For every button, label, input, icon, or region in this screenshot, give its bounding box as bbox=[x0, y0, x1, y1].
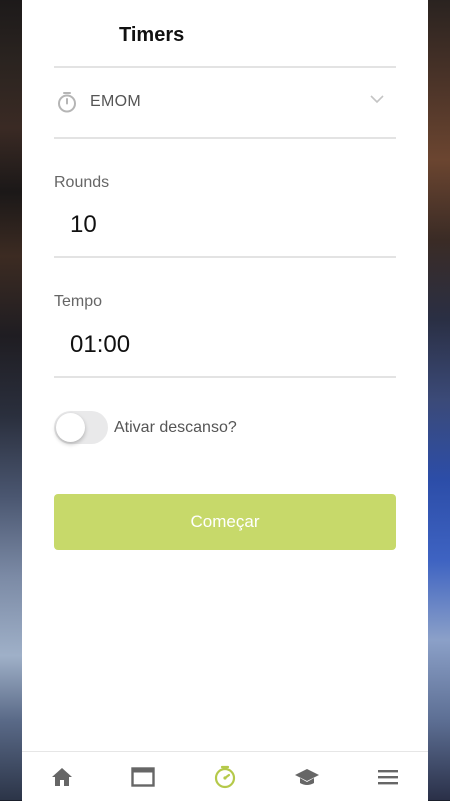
tab-timers[interactable] bbox=[212, 764, 238, 790]
calendar-icon bbox=[131, 767, 155, 787]
rounds-label: Rounds bbox=[54, 174, 110, 191]
timer-type-value: EMOM bbox=[90, 93, 141, 110]
home-icon bbox=[52, 768, 72, 786]
background-right bbox=[428, 0, 450, 800]
page-title: Timers bbox=[119, 24, 185, 46]
divider bbox=[54, 256, 396, 258]
tab-calendar[interactable] bbox=[130, 764, 156, 790]
tempo-label: Tempo bbox=[54, 293, 103, 310]
background-left bbox=[0, 0, 22, 800]
bottom-tab-bar bbox=[22, 751, 428, 801]
timer-type-select[interactable]: EMOM bbox=[54, 68, 396, 136]
graduation-cap-icon bbox=[295, 769, 319, 785]
menu-icon bbox=[378, 770, 398, 785]
toggle-knob bbox=[56, 413, 85, 442]
divider bbox=[54, 137, 396, 139]
rounds-input[interactable]: 10 bbox=[70, 211, 97, 239]
tempo-input[interactable]: 01:00 bbox=[70, 331, 130, 359]
start-button[interactable]: Começar bbox=[54, 494, 396, 550]
timer-icon bbox=[214, 765, 236, 789]
divider bbox=[54, 376, 396, 378]
tab-menu[interactable] bbox=[375, 764, 401, 790]
tab-home[interactable] bbox=[49, 764, 75, 790]
rest-toggle[interactable] bbox=[54, 411, 108, 444]
stopwatch-icon bbox=[58, 92, 76, 113]
tab-education[interactable] bbox=[294, 764, 320, 790]
rest-toggle-label: Ativar descanso? bbox=[114, 419, 237, 436]
chevron-down-icon bbox=[370, 95, 384, 104]
timers-card: Timers EMOM Rounds 10 Tempo 01:00 Ativar… bbox=[22, 0, 428, 801]
